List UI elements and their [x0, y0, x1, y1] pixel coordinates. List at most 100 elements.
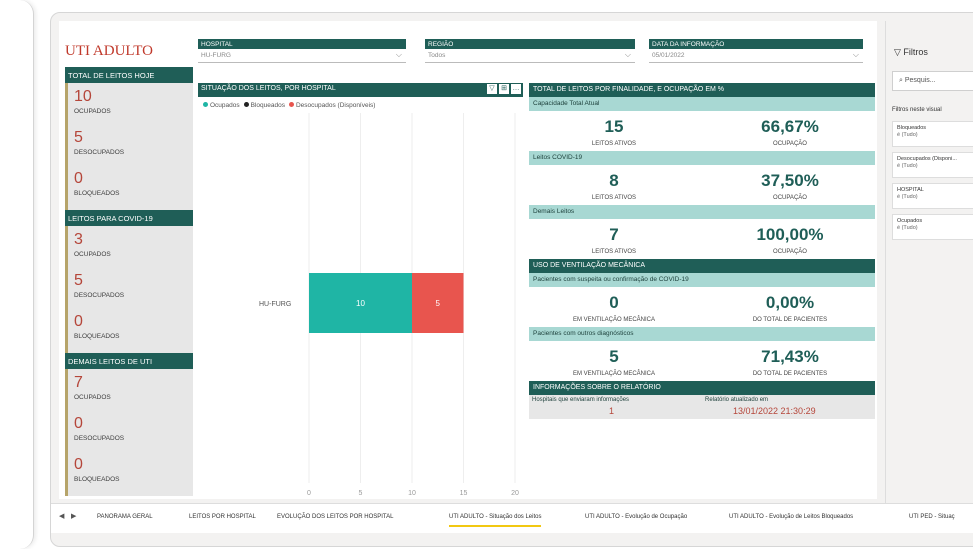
- stat-card: 0 DESOCUPADOS: [74, 412, 193, 453]
- hospital-slicer-value[interactable]: HU-FURG ⌵: [198, 49, 406, 63]
- page-tab[interactable]: EVOLUÇÃO DOS LEITOS POR HOSPITAL: [277, 514, 393, 520]
- section-body: 7 OCUPADOS 0 DESOCUPADOS 0 BLOQUEADOS: [65, 369, 193, 496]
- stat-card: 3 OCUPADOS: [74, 228, 193, 269]
- page-tab[interactable]: LEITOS POR HOSPITAL: [189, 514, 256, 520]
- kpi-caption: OCUPAÇÃO: [773, 141, 807, 147]
- filter-card-name: Bloqueados: [897, 125, 927, 131]
- chevron-down-icon[interactable]: ⌵: [396, 50, 402, 60]
- x-tick-label: 0: [307, 490, 311, 497]
- kpi-percent: 37,50%: [761, 171, 819, 190]
- stat-value: 0: [74, 415, 83, 432]
- ventilation-group-kpi-row: 0 EM VENTILAÇÃO MECÂNICA 0,00% DO TOTAL DE …: [529, 287, 875, 327]
- filter-card-value: é (Tudo): [897, 225, 918, 231]
- page-tab[interactable]: UTI ADULTO - Situação dos Leitos: [449, 514, 542, 527]
- legend-label: Desocupados (Disponíveis): [295, 102, 376, 109]
- kpi-percent: 71,43%: [761, 347, 819, 366]
- kpi-percent: 0,00%: [765, 293, 815, 312]
- filters-search-input[interactable]: ⌕ Pesquis...: [892, 71, 973, 91]
- x-tick-label: 15: [460, 490, 468, 497]
- y-category-label: HU-FURG: [259, 301, 291, 308]
- occupancy-group-subheader: Capacidade Total Atual: [529, 97, 875, 111]
- data-label: 5: [436, 299, 441, 308]
- stat-label: OCUPADOS: [74, 394, 111, 401]
- filter-card-name: Ocupados: [897, 218, 923, 224]
- occupancy-group-kpi-row: 15 LEITOS ATIVOS 66,67% OCUPAÇÃO: [529, 111, 875, 151]
- filter-card-value: é (Tudo): [897, 163, 918, 169]
- filter-card[interactable]: HOSPITAL é (Tudo): [892, 183, 973, 209]
- legend-swatch: [288, 102, 294, 107]
- kpi-caption: LEITOS ATIVOS: [591, 195, 637, 201]
- section-body: 10 OCUPADOS 5 DESOCUPADOS 0 BLOQUEADOS: [65, 83, 193, 210]
- kpi-caption: OCUPAÇÃO: [773, 249, 807, 255]
- legend-item[interactable]: Ocupados: [199, 102, 240, 109]
- filter-card[interactable]: Ocupados é (Tudo): [892, 214, 973, 240]
- occupancy-group-kpi-row: 8 LEITOS ATIVOS 37,50% OCUPAÇÃO: [529, 165, 875, 205]
- section-body: 3 OCUPADOS 5 DESOCUPADOS 0 BLOQUEADOS: [65, 226, 193, 353]
- filters-section-label: Filtros neste visual: [892, 107, 942, 113]
- filter-card[interactable]: Bloqueados é (Tudo): [892, 121, 973, 147]
- occupancy-header: TOTAL DE LEITOS POR FINALIDADE, E OCUPAÇ…: [529, 83, 875, 97]
- filter-card-name: Desocupados (Disponi...: [897, 156, 957, 162]
- x-tick-label: 20: [511, 490, 519, 497]
- page-tab[interactable]: UTI ADULTO - Evolução de Leitos Bloquead…: [729, 514, 853, 520]
- region-slicer-value[interactable]: Todos ⌵: [425, 49, 635, 63]
- occupancy-group-kpi-row: 7 LEITOS ATIVOS 100,00% OCUPAÇÃO: [529, 219, 875, 259]
- occupancy-group-subheader: Demais Leitos: [529, 205, 875, 219]
- hospital-slicer[interactable]: HOSPITAL HU-FURG ⌵: [198, 39, 406, 69]
- kpi-value: 8: [609, 171, 619, 190]
- date-slicer[interactable]: DATA DA INFORMAÇÃO 05/01/2022 ⌵: [649, 39, 863, 69]
- legend-item[interactable]: Bloqueados: [240, 102, 285, 109]
- ventilation-header: USO DE VENTILAÇÃO MECÂNICA: [529, 259, 875, 273]
- focus-mode-icon[interactable]: ⊞: [499, 84, 509, 94]
- kpi-caption: EM VENTILAÇÃO MECÂNICA: [572, 317, 655, 323]
- page-tab[interactable]: UTI PED - Situaç: [909, 514, 955, 520]
- page-tab[interactable]: PANORAMA GERAL: [97, 514, 153, 520]
- stat-value: 0: [74, 170, 83, 187]
- legend-swatch: [203, 102, 208, 107]
- legend-item[interactable]: Desocupados (Disponíveis): [285, 102, 375, 109]
- tab-scroll-left-icon[interactable]: ◀: [59, 512, 64, 520]
- stat-value: 7: [74, 374, 83, 391]
- stat-value: 0: [74, 456, 83, 473]
- stat-card: 5 DESOCUPADOS: [74, 269, 193, 310]
- kpi-caption: OCUPAÇÃO: [773, 195, 807, 201]
- kpi-caption: EM VENTILAÇÃO MECÂNICA: [572, 371, 655, 377]
- x-tick-label: 10: [408, 490, 416, 497]
- report-info-header: INFORMAÇÕES SOBRE O RELATÓRIO: [529, 381, 875, 395]
- stat-card: 0 BLOQUEADOS: [74, 167, 193, 208]
- legend-label: Ocupados: [210, 102, 240, 109]
- funnel-icon: ▽: [894, 47, 904, 57]
- filter-card-value: é (Tudo): [897, 194, 918, 200]
- kpi-value: 15: [604, 117, 624, 136]
- tab-scroll-right-icon[interactable]: ▶: [71, 512, 76, 520]
- chart-title: SITUAÇÃO DOS LEITOS, POR HOSPITAL: [201, 85, 336, 92]
- page-title: UTI ADULTO: [65, 43, 153, 59]
- stat-value: 3: [74, 231, 83, 248]
- hospitals-label: Hospitais que enviaram informações: [532, 397, 630, 403]
- ventilation-group-kpi-row: 5 EM VENTILAÇÃO MECÂNICA 71,43% DO TOTAL DE…: [529, 341, 875, 381]
- stat-value: 10: [74, 88, 92, 105]
- date-slicer-value[interactable]: 05/01/2022 ⌵: [649, 49, 863, 63]
- page-tab[interactable]: UTI ADULTO - Evolução de Ocupação: [585, 514, 687, 520]
- filter-icon[interactable]: ▽: [487, 84, 497, 94]
- report-window: UTI ADULTO HOSPITAL HU-FURG ⌵ REGIÃO Todo…: [50, 12, 973, 547]
- filter-card[interactable]: Desocupados (Disponi... é (Tudo): [892, 152, 973, 178]
- ventilation-group-subheader: Pacientes com suspeita ou confirmação de…: [529, 273, 875, 287]
- stat-label: BLOQUEADOS: [74, 190, 120, 197]
- stat-value: 0: [74, 313, 83, 330]
- right-stats-panel: TOTAL DE LEITOS POR FINALIDADE, E OCUPAÇ…: [529, 83, 875, 419]
- kpi-value: 5: [609, 347, 619, 366]
- stat-label: DESOCUPADOS: [74, 149, 125, 156]
- stat-label: BLOQUEADOS: [74, 333, 120, 340]
- section-header: LEITOS PARA COVID-19: [65, 210, 193, 226]
- chart-header: SITUAÇÃO DOS LEITOS, POR HOSPITAL ▽ ⊞…: [198, 83, 523, 97]
- stat-card: 0 BLOQUEADOS: [74, 310, 193, 351]
- more-options-icon[interactable]: …: [511, 84, 521, 94]
- chevron-down-icon[interactable]: ⌵: [853, 50, 859, 60]
- filters-pane-title: ▽ Filtros: [894, 47, 928, 57]
- section-header: DEMAIS LEITOS DE UTI: [65, 353, 193, 369]
- stat-card: 7 OCUPADOS: [74, 371, 193, 412]
- region-slicer[interactable]: REGIÃO Todos ⌵: [425, 39, 635, 69]
- hospitals-count: 1: [609, 406, 615, 416]
- chevron-down-icon[interactable]: ⌵: [625, 50, 631, 60]
